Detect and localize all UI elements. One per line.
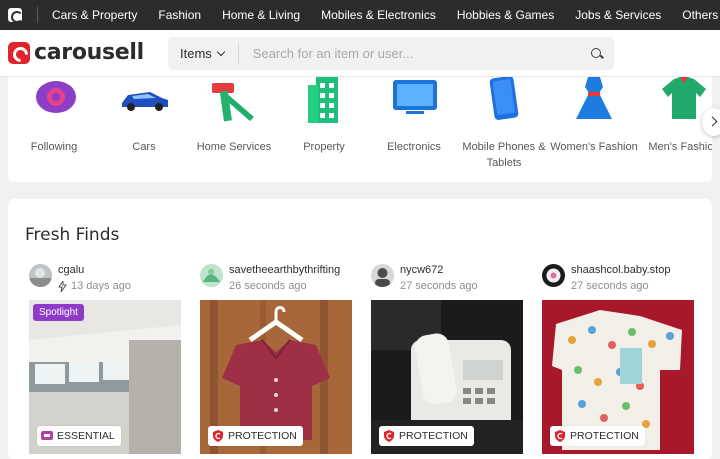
listing-card[interactable]: cgalu 13 days ago Spotlight ESSENTIAL — [29, 264, 181, 454]
category-nav-bar: Cars & Property Fashion Home & Living Mo… — [0, 0, 720, 30]
listing-time-text: 26 seconds ago — [229, 280, 307, 292]
seller-info: savetheearthbythrifting 26 seconds ago — [200, 264, 352, 300]
listing-time-text: 27 seconds ago — [571, 280, 649, 292]
category-label: Cars — [132, 141, 156, 153]
nav-item-cars-property[interactable]: Cars & Property — [52, 8, 137, 22]
category-home-services[interactable]: Home Services — [189, 77, 279, 155]
listing-time: 27 seconds ago — [571, 280, 670, 292]
logo-mark-icon — [8, 41, 30, 64]
essential-icon — [41, 431, 53, 440]
category-label: Following — [30, 141, 78, 153]
protection-badge: PROTECTION — [379, 426, 474, 446]
nav-item-home-living[interactable]: Home & Living — [222, 8, 300, 22]
category-property[interactable]: Property — [279, 77, 369, 155]
listing-time: 26 seconds ago — [229, 280, 340, 292]
category-mens-fashion[interactable]: Men's Fashion — [639, 77, 712, 155]
site-header: carousell Items — [0, 30, 720, 77]
listing-time: 13 days ago — [58, 280, 131, 292]
shield-icon — [555, 430, 565, 442]
category-label: Property — [303, 141, 345, 153]
carousell-app-icon[interactable] — [8, 8, 23, 23]
seller-info: cgalu 13 days ago — [29, 264, 181, 300]
listing-card[interactable]: shaashcol.baby.stop 27 seconds ago PROTE… — [542, 264, 694, 454]
category-carousel: Following Cars Home Services Property El… — [8, 77, 712, 182]
shield-icon — [213, 430, 223, 442]
seller-username[interactable]: nycw672 — [400, 264, 478, 276]
category-label: Women's Fashion — [550, 141, 638, 153]
section-title: Fresh Finds — [25, 225, 120, 245]
protection-badge: PROTECTION — [208, 426, 303, 446]
eye-icon — [36, 81, 76, 113]
category-cars[interactable]: Cars — [99, 77, 189, 155]
seller-info: shaashcol.baby.stop 27 seconds ago — [542, 264, 694, 300]
category-label: Men's Fashion — [648, 141, 712, 153]
seller-username[interactable]: cgalu — [58, 264, 131, 276]
search-icon[interactable] — [591, 47, 603, 60]
category-mobile-phones-tablets[interactable]: Mobile Phones & Tablets — [459, 77, 549, 171]
protection-badge: PROTECTION — [550, 426, 645, 446]
nav-item-fashion[interactable]: Fashion — [158, 8, 201, 22]
seller-username[interactable]: savetheearthbythrifting — [229, 264, 340, 276]
logo-text: carousell — [34, 40, 144, 65]
search-scope-dropdown[interactable]: Items — [168, 43, 239, 64]
listing-time-text: 27 seconds ago — [400, 280, 478, 292]
badge-label: PROTECTION — [228, 430, 297, 442]
listing-time-text: 13 days ago — [71, 280, 131, 292]
nav-item-hobbies-games[interactable]: Hobbies & Games — [457, 8, 554, 22]
listing-photo[interactable]: PROTECTION — [371, 300, 523, 454]
listing-photo[interactable]: PROTECTION — [200, 300, 352, 454]
tv-icon — [393, 80, 437, 114]
fresh-finds-section: Fresh Finds cgalu 13 days ago Spotlight … — [8, 199, 712, 459]
badge-label: ESSENTIAL — [57, 430, 115, 442]
category-label: Electronics — [387, 141, 441, 153]
dress-icon — [576, 77, 612, 119]
hammer-icon — [212, 83, 254, 122]
nav-item-jobs-services[interactable]: Jobs & Services — [575, 8, 661, 22]
carousel-next-button[interactable] — [702, 108, 720, 136]
nav-item-mobiles-electronics[interactable]: Mobiles & Electronics — [321, 8, 436, 22]
essential-badge: ESSENTIAL — [37, 426, 121, 446]
spotlight-label: Spotlight — [33, 304, 84, 321]
search-input[interactable] — [238, 46, 591, 61]
badge-label: PROTECTION — [399, 430, 468, 442]
seller-username[interactable]: shaashcol.baby.stop — [571, 264, 670, 276]
category-electronics[interactable]: Electronics — [369, 77, 459, 155]
avatar[interactable] — [29, 264, 52, 287]
category-womens-fashion[interactable]: Women's Fashion — [549, 77, 639, 155]
listing-photo[interactable]: Spotlight ESSENTIAL — [29, 300, 181, 454]
seller-info: nycw672 27 seconds ago — [371, 264, 523, 300]
phone-icon — [489, 77, 519, 120]
category-following[interactable]: Following — [9, 77, 99, 155]
search-bar: Items — [168, 37, 614, 70]
listing-photo[interactable]: PROTECTION — [542, 300, 694, 454]
chevron-down-icon — [216, 47, 226, 56]
nav-divider — [37, 7, 38, 23]
building-icon — [308, 77, 338, 123]
avatar[interactable] — [542, 264, 565, 287]
category-label: Mobile Phones & Tablets — [462, 141, 546, 169]
listing-time: 27 seconds ago — [400, 280, 478, 292]
avatar[interactable] — [200, 264, 223, 287]
carousell-logo[interactable]: carousell — [8, 40, 144, 65]
category-label: Home Services — [196, 141, 272, 153]
avatar[interactable] — [371, 264, 394, 287]
listing-card[interactable]: savetheearthbythrifting 26 seconds ago P… — [200, 264, 352, 454]
shield-icon — [384, 430, 394, 442]
search-scope-label: Items — [180, 46, 212, 61]
bump-bolt-icon — [58, 280, 67, 292]
badge-label: PROTECTION — [570, 430, 639, 442]
car-icon — [122, 92, 168, 111]
listing-card[interactable]: nycw672 27 seconds ago PROTECTION — [371, 264, 523, 454]
nav-item-others[interactable]: Others — [682, 8, 718, 22]
